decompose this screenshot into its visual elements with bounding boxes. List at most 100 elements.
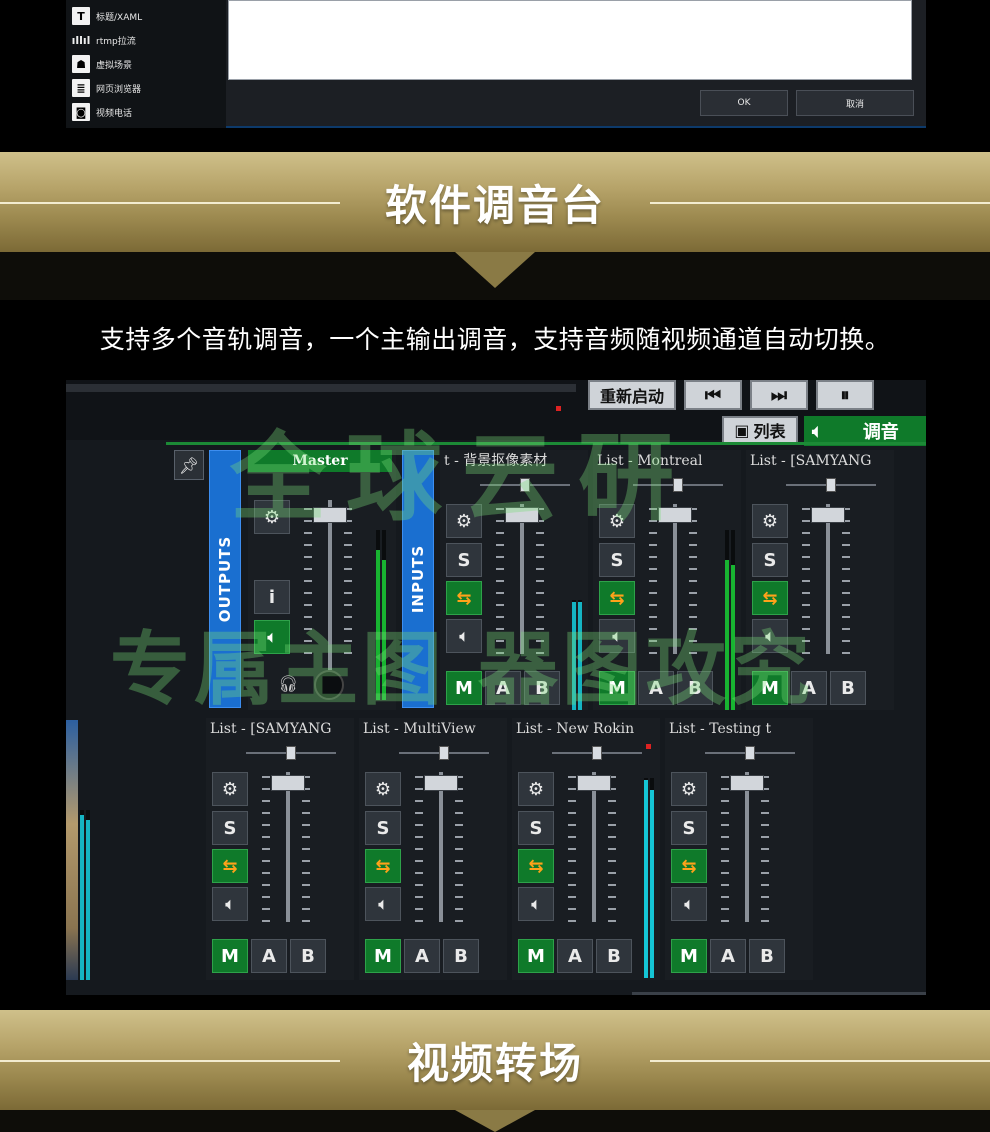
source-item-video-call[interactable]: ◙ 视频电话 xyxy=(72,102,132,122)
mute-button[interactable]: M xyxy=(518,939,554,973)
bus-b-button[interactable]: B xyxy=(677,671,713,705)
source-item-label: rtmp拉流 xyxy=(96,36,136,47)
source-item-virtual-scene[interactable]: ☗ 虚拟场景 xyxy=(72,54,132,74)
settings-gear-icon[interactable]: ⚙ xyxy=(671,772,707,806)
settings-gear-icon[interactable]: ⚙ xyxy=(446,504,482,538)
skip-next-icon[interactable]: ⏭ xyxy=(750,380,808,410)
volume-fader-handle[interactable] xyxy=(811,507,845,523)
playlist-button[interactable]: ▣ 列表 xyxy=(722,416,798,444)
settings-gear-icon[interactable]: ⚙ xyxy=(365,772,401,806)
solo-button[interactable]: S xyxy=(212,811,248,845)
speaker-icon[interactable]: 🔈︎ xyxy=(212,887,248,921)
bus-switch-arrow-icon[interactable]: ⇆ xyxy=(446,581,482,615)
volume-fader-track[interactable] xyxy=(673,504,677,654)
settings-gear-icon[interactable]: ⚙ xyxy=(254,500,290,534)
volume-fader-track[interactable] xyxy=(745,772,749,922)
restart-button[interactable]: 重新启动 xyxy=(588,380,676,410)
speaker-icon[interactable]: 🔈︎ xyxy=(599,619,635,653)
settings-gear-icon[interactable]: ⚙ xyxy=(518,772,554,806)
volume-fader-handle[interactable] xyxy=(505,507,539,523)
solo-button[interactable]: S xyxy=(518,811,554,845)
headphones-icon[interactable]: 🎧︎ xyxy=(278,674,298,693)
mute-button[interactable]: M xyxy=(752,671,788,705)
solo-button[interactable]: S xyxy=(365,811,401,845)
bus-a-button[interactable]: A xyxy=(791,671,827,705)
mute-button[interactable]: M xyxy=(599,671,635,705)
volume-fader-handle[interactable] xyxy=(577,775,611,791)
pause-icon[interactable]: ⏸ xyxy=(816,380,874,410)
bus-a-button[interactable]: A xyxy=(404,939,440,973)
volume-fader-track[interactable] xyxy=(520,504,524,654)
volume-fader-track[interactable] xyxy=(286,772,290,922)
speaker-icon: 🔈︎ xyxy=(812,420,823,442)
skip-previous-icon[interactable]: ⏮ xyxy=(684,380,742,410)
settings-gear-icon[interactable]: ⚙ xyxy=(212,772,248,806)
bus-switch-arrow-icon[interactable]: ⇆ xyxy=(599,581,635,615)
bus-switch-arrow-icon[interactable]: ⇆ xyxy=(671,849,707,883)
bus-b-button[interactable]: B xyxy=(524,671,560,705)
bus-b-button[interactable]: B xyxy=(596,939,632,973)
bus-b-button[interactable]: B xyxy=(290,939,326,973)
pan-slider-handle[interactable] xyxy=(673,478,683,492)
rtmp-signal-icon: ıllıl xyxy=(71,33,91,47)
mute-button[interactable]: M xyxy=(446,671,482,705)
info-button[interactable]: i xyxy=(254,580,290,614)
bus-switch-arrow-icon[interactable]: ⇆ xyxy=(518,849,554,883)
speaker-icon[interactable]: 🔈︎ xyxy=(446,619,482,653)
bus-b-button[interactable]: B xyxy=(443,939,479,973)
bus-switch-arrow-icon[interactable]: ⇆ xyxy=(212,849,248,883)
solo-button[interactable]: S xyxy=(446,543,482,577)
fader-scale xyxy=(455,776,463,926)
volume-fader-handle[interactable] xyxy=(271,775,305,791)
source-type-list: T 标题/XAML ıllıl rtmp拉流 ☗ 虚拟场景 ≣ 网页浏览器 ◙ … xyxy=(66,0,226,128)
volume-fader-track[interactable] xyxy=(439,772,443,922)
speaker-icon[interactable]: 🔈︎ xyxy=(752,619,788,653)
volume-fader-handle[interactable] xyxy=(658,507,692,523)
speaker-icon[interactable]: 🔈︎ xyxy=(254,620,290,654)
speaker-icon[interactable]: 🔈︎ xyxy=(671,887,707,921)
volume-fader-track[interactable] xyxy=(592,772,596,922)
volume-fader-track[interactable] xyxy=(328,500,332,670)
level-meter xyxy=(650,778,654,978)
solo-button[interactable]: S xyxy=(752,543,788,577)
bus-b-button[interactable]: B xyxy=(749,939,785,973)
clip-indicator xyxy=(646,744,651,749)
volume-fader-track[interactable] xyxy=(826,504,830,654)
solo-button[interactable]: S xyxy=(671,811,707,845)
volume-fader-handle[interactable] xyxy=(313,507,347,523)
volume-fader-handle[interactable] xyxy=(730,775,764,791)
source-item-title[interactable]: T 标题/XAML xyxy=(72,6,142,26)
bus-a-button[interactable]: A xyxy=(557,939,593,973)
pan-slider-handle[interactable] xyxy=(592,746,602,760)
volume-fader-handle[interactable] xyxy=(424,775,458,791)
speaker-icon[interactable]: 🔈︎ xyxy=(518,887,554,921)
source-item-rtmp[interactable]: ıllıl rtmp拉流 xyxy=(72,30,136,50)
pan-slider-handle[interactable] xyxy=(286,746,296,760)
headphone-volume-knob[interactable] xyxy=(314,670,344,700)
source-item-browser[interactable]: ≣ 网页浏览器 xyxy=(72,78,141,98)
pan-slider-handle[interactable] xyxy=(520,478,530,492)
channel-title: List - Montreal xyxy=(597,453,703,469)
pin-icon[interactable]: 📌︎ xyxy=(174,450,204,480)
pan-slider-handle[interactable] xyxy=(439,746,449,760)
speaker-icon[interactable]: 🔈︎ xyxy=(365,887,401,921)
cancel-button[interactable]: 取消 xyxy=(796,90,914,116)
bus-a-button[interactable]: A xyxy=(485,671,521,705)
bus-switch-arrow-icon[interactable]: ⇆ xyxy=(365,849,401,883)
bus-a-button[interactable]: A xyxy=(251,939,287,973)
solo-button[interactable]: S xyxy=(599,543,635,577)
ok-button[interactable]: OK xyxy=(700,90,788,116)
settings-gear-icon[interactable]: ⚙ xyxy=(752,504,788,538)
pan-slider-handle[interactable] xyxy=(745,746,755,760)
pan-slider-handle[interactable] xyxy=(826,478,836,492)
mute-button[interactable]: M xyxy=(671,939,707,973)
bus-a-button[interactable]: A xyxy=(638,671,674,705)
mute-button[interactable]: M xyxy=(212,939,248,973)
chevron-down-icon xyxy=(455,1110,535,1132)
bus-a-button[interactable]: A xyxy=(710,939,746,973)
bus-b-button[interactable]: B xyxy=(830,671,866,705)
mute-button[interactable]: M xyxy=(365,939,401,973)
settings-gear-icon[interactable]: ⚙ xyxy=(599,504,635,538)
bus-switch-arrow-icon[interactable]: ⇆ xyxy=(752,581,788,615)
title-T-icon: T xyxy=(72,7,90,25)
